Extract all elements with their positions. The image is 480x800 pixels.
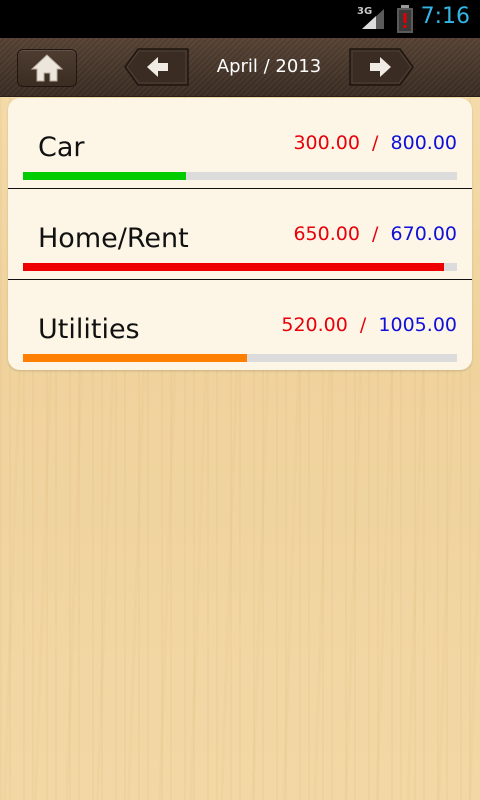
budget-amounts: 300.00 / 800.00 xyxy=(293,132,457,154)
budget-row-utilities[interactable]: Utilities 520.00 / 1005.00 xyxy=(8,280,472,370)
budget-amount: 670.00 xyxy=(390,223,457,245)
signal-icon xyxy=(362,9,384,29)
budget-amount: 1005.00 xyxy=(378,314,457,336)
status-bar: 3G 7:16 xyxy=(0,0,480,38)
home-button[interactable] xyxy=(17,49,77,87)
header-bar: April / 2013 xyxy=(0,38,480,97)
amount-separator: / xyxy=(365,223,385,245)
progress-fill xyxy=(23,172,186,180)
next-month-button[interactable] xyxy=(348,48,414,86)
budget-row-home-rent[interactable]: Home/Rent 650.00 / 670.00 xyxy=(8,189,472,280)
arrow-left-icon xyxy=(124,48,189,86)
progress-bar xyxy=(23,263,457,271)
arrow-right-icon xyxy=(349,48,414,86)
budget-amount: 800.00 xyxy=(390,132,457,154)
category-name: Home/Rent xyxy=(38,223,189,254)
progress-fill xyxy=(23,263,444,271)
category-name: Utilities xyxy=(38,314,140,345)
spent-amount: 650.00 xyxy=(293,223,360,245)
amount-separator: / xyxy=(365,132,385,154)
amount-separator: / xyxy=(353,314,373,336)
progress-bar xyxy=(23,172,457,180)
spent-amount: 300.00 xyxy=(293,132,360,154)
previous-month-button[interactable] xyxy=(124,48,190,86)
budget-row-car[interactable]: Car 300.00 / 800.00 xyxy=(8,98,472,189)
home-icon xyxy=(31,54,63,82)
budget-list: Car 300.00 / 800.00 Home/Rent 650.00 / 6… xyxy=(8,98,472,370)
clock-time: 7:16 xyxy=(420,4,470,29)
progress-bar xyxy=(23,354,457,362)
battery-alert-icon xyxy=(397,5,413,33)
category-name: Car xyxy=(38,132,85,163)
progress-fill xyxy=(23,354,248,362)
budget-amounts: 520.00 / 1005.00 xyxy=(281,314,457,336)
spent-amount: 520.00 xyxy=(281,314,348,336)
budget-amounts: 650.00 / 670.00 xyxy=(293,223,457,245)
period-label: April / 2013 xyxy=(216,56,322,77)
